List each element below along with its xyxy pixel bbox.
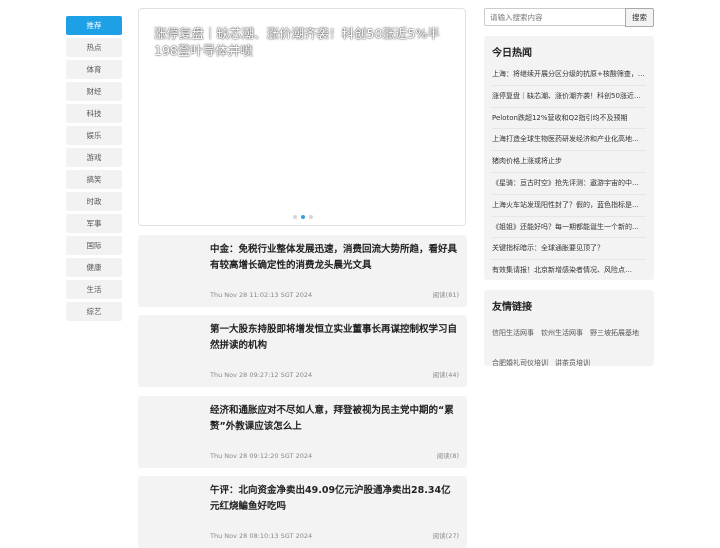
nav-item[interactable]: 国际 xyxy=(66,236,122,255)
nav-item[interactable]: 体育 xyxy=(66,60,122,79)
friend-link[interactable]: 合肥婚礼司仪培训 xyxy=(492,358,548,368)
nav-item[interactable]: 游戏 xyxy=(66,148,122,167)
hot-news-item[interactable]: 有效集请报！北京新增感染者情况、风险点… xyxy=(492,260,646,282)
hot-news-item[interactable]: Peloton跌超12%营收和Q2指引均不及预期 xyxy=(492,108,646,130)
nav-item[interactable]: 时政 xyxy=(66,192,122,211)
hot-news-item[interactable]: 上海火车站发现阳性封了？假的，蓝色指标是… xyxy=(492,195,646,217)
carousel-dots xyxy=(293,215,313,219)
nav-item[interactable]: 生活 xyxy=(66,280,122,299)
article-reads: 阅读(81) xyxy=(432,291,459,299)
article-title[interactable]: 午评：北向资金净卖出49.09亿元沪股通净卖出28.34亿元红烧鳊鱼好吃吗 xyxy=(210,483,458,514)
hot-news-item[interactable]: 猪肉价格上涨或将止步 xyxy=(492,151,646,173)
friend-links-title: 友情链接 xyxy=(492,302,532,313)
friend-link[interactable]: 钦州生活网事 xyxy=(541,328,583,338)
search-input[interactable] xyxy=(484,8,625,26)
hot-news-list: 上海：将继续开展分区分级的抗原+核酸筛查，… 涨停复盘｜缺芯潮、涨价潮齐袭！科创5… xyxy=(492,64,646,282)
nav-item[interactable]: 财经 xyxy=(66,82,122,101)
article-reads: 阅读(8) xyxy=(436,452,459,460)
hot-news-item[interactable]: 《姐姐》还能好吗？每一期都能诞生一个新的… xyxy=(492,217,646,239)
nav-item[interactable]: 综艺 xyxy=(66,302,122,321)
nav-item[interactable]: 军事 xyxy=(66,214,122,233)
hot-news-item[interactable]: 上海打造全球生物医药研发经济和产业化高地… xyxy=(492,129,646,152)
nav-item[interactable]: 科技 xyxy=(66,104,122,123)
article-reads: 阅读(27) xyxy=(432,532,459,540)
nav-item[interactable]: 搞笑 xyxy=(66,170,122,189)
article-date: Thu Nov 28 09:27:12 SGT 2024 xyxy=(210,371,313,379)
carousel-dot[interactable] xyxy=(309,215,313,219)
article-date: Thu Nov 28 11:02:13 SGT 2024 xyxy=(210,291,313,299)
friend-links-panel: 友情链接 信阳生活网事 钦州生活网事 野三坡拓展基地合肥婚礼司仪培训 讲茶员培训 xyxy=(484,290,654,367)
friend-link[interactable]: 野三坡拓展基地 xyxy=(590,328,639,338)
article-card[interactable]: 经济和通胀应对不尽如人意，拜登被视为民主党中期的“累赘”外教课应该怎么上 Thu … xyxy=(138,396,467,468)
nav-item[interactable]: 热点 xyxy=(66,38,122,57)
banner-title[interactable]: 涨停复盘｜缺芯潮、涨价潮齐袭！科创50涨近5%半198登叶导体井喷 xyxy=(154,25,454,59)
friend-links-list: 信阳生活网事 钦州生活网事 野三坡拓展基地合肥婚礼司仪培训 讲茶员培训 xyxy=(492,320,652,380)
friend-link[interactable]: 信阳生活网事 xyxy=(492,328,534,338)
article-title[interactable]: 第一大股东持股即将增发恒立实业董事长再谋控制权学习自然拼读的机构 xyxy=(210,322,458,353)
article-reads: 阅读(44) xyxy=(432,371,459,379)
article-card[interactable]: 第一大股东持股即将增发恒立实业董事长再谋控制权学习自然拼读的机构 Thu Nov … xyxy=(138,315,467,387)
article-card[interactable]: 中金：免税行业整体发展迅速，消费回流大势所趋，看好具有较高增长确定性的消费龙头晨… xyxy=(138,235,467,307)
banner-carousel[interactable]: 涨停复盘｜缺芯潮、涨价潮齐袭！科创50涨近5%半198登叶导体井喷 xyxy=(138,8,466,226)
carousel-dot[interactable] xyxy=(301,215,305,219)
article-date: Thu Nov 28 09:12:20 SGT 2024 xyxy=(210,452,313,460)
category-nav: 推荐热点体育财经科技娱乐游戏搞笑时政军事国际健康生活综艺 xyxy=(66,16,122,324)
carousel-dot[interactable] xyxy=(293,215,297,219)
article-card[interactable]: 午评：北向资金净卖出49.09亿元沪股通净卖出28.34亿元红烧鳊鱼好吃吗 Thu… xyxy=(138,476,467,548)
nav-item[interactable]: 推荐 xyxy=(66,16,122,35)
article-date: Thu Nov 28 08:10:13 SGT 2024 xyxy=(210,532,313,540)
article-title[interactable]: 中金：免税行业整体发展迅速，消费回流大势所趋，看好具有较高增长确定性的消费龙头晨… xyxy=(210,242,458,273)
search-button[interactable]: 搜索 xyxy=(625,8,654,27)
hot-news-panel: 今日热闻 上海：将继续开展分区分级的抗原+核酸筛查，… 涨停复盘｜缺芯潮、涨价潮齐… xyxy=(484,36,654,280)
hot-news-item[interactable]: 关键指标暗示：全球通胀要见顶了？ xyxy=(492,238,646,261)
hot-news-item[interactable]: 《星骑：亘古时空》抢先评测：遨游宇宙的中… xyxy=(492,173,646,195)
nav-item[interactable]: 健康 xyxy=(66,258,122,277)
hot-news-item[interactable]: 涨停复盘｜缺芯潮、涨价潮齐袭！科创50涨近… xyxy=(492,86,646,108)
hot-news-title: 今日热闻 xyxy=(492,48,532,59)
friend-link[interactable]: 讲茶员培训 xyxy=(555,358,590,368)
hot-news-item[interactable]: 上海：将继续开展分区分级的抗原+核酸筛查，… xyxy=(492,64,646,86)
article-title[interactable]: 经济和通胀应对不尽如人意，拜登被视为民主党中期的“累赘”外教课应该怎么上 xyxy=(210,403,458,434)
nav-item[interactable]: 娱乐 xyxy=(66,126,122,145)
